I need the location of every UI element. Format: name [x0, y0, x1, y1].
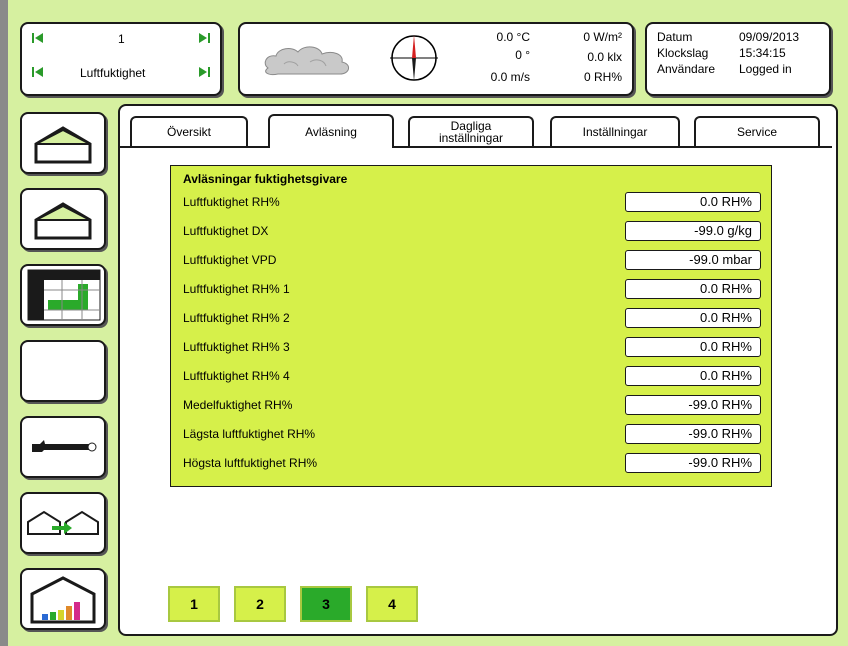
row-value: -99.0 RH%: [625, 395, 761, 415]
row-value: -99.0 RH%: [625, 453, 761, 473]
section-selector: 1 Luftfuktighet: [20, 22, 222, 96]
page-button-3[interactable]: 3: [300, 586, 352, 622]
page-label: 1: [190, 596, 198, 612]
time-label: Klockslag: [657, 46, 709, 60]
info-panel: Datum 09/09/2013 Klockslag 15:34:15 Anvä…: [645, 22, 831, 96]
skip-back-icon[interactable]: [32, 32, 44, 47]
wind-direction-readout: 0 °: [515, 48, 530, 62]
row-value: 0.0 RH%: [625, 279, 761, 299]
sidebar-greenhouse-stats-button[interactable]: [20, 568, 106, 630]
sidebar-blank-button[interactable]: [20, 340, 106, 402]
sidebar-chart-table-button[interactable]: [20, 264, 106, 326]
skip-forward-icon[interactable]: [198, 32, 210, 47]
tab-label: Inställningar: [582, 125, 648, 139]
left-edge-bar: [0, 0, 8, 646]
temperature-readout: 0.0 °C: [496, 30, 530, 44]
row-label: Luftfuktighet DX: [183, 224, 269, 238]
user-value: Logged in: [739, 62, 792, 76]
greenhouse-bar-chart-icon: [30, 576, 96, 624]
sidebar-greenhouse-button-2[interactable]: [20, 188, 106, 250]
page-label: 3: [322, 596, 330, 612]
section-title: Luftfuktighet: [80, 66, 146, 80]
sidebar-service-button[interactable]: [20, 416, 106, 478]
greenhouses-arrow-icon: [27, 510, 99, 535]
row-label: Luftfuktighet RH% 3: [183, 340, 290, 354]
row-label: Luftfuktighet VPD: [183, 253, 277, 267]
page-label: 4: [388, 596, 396, 612]
light-readout: 0.0 klx: [587, 50, 622, 64]
wrench-icon: [32, 440, 97, 452]
row-value: -99.0 RH%: [625, 424, 761, 444]
row-label: Lägsta luftfuktighet RH%: [183, 427, 316, 441]
tab-installningar[interactable]: Inställningar: [550, 116, 680, 146]
wind-speed-readout: 0.0 m/s: [490, 70, 530, 84]
weather-panel: 0.0 °C 0 ° 0.0 m/s 0 W/m² 0.0 klx 0 RH%: [238, 22, 634, 96]
skip-forward-icon[interactable]: [198, 66, 210, 81]
row-label: Luftfuktighet RH%: [183, 195, 280, 209]
humidity-readings-panel: Avläsningar fuktighetsgivare Luftfuktigh…: [170, 165, 772, 487]
tab-dagliga-installningar[interactable]: Dagliga inställningar: [408, 116, 534, 146]
tab-service[interactable]: Service: [694, 116, 820, 146]
row-label: Luftfuktighet RH% 4: [183, 369, 290, 383]
page-button-1[interactable]: 1: [168, 586, 220, 622]
row-value: -99.0 mbar: [625, 250, 761, 270]
tab-oversikt[interactable]: Översikt: [130, 116, 248, 146]
greenhouse-icon: [34, 202, 92, 240]
row-label: Luftfuktighet RH% 1: [183, 282, 290, 296]
tab-avlasning[interactable]: Avläsning: [268, 114, 394, 148]
section-number: 1: [118, 32, 125, 46]
humidity-readout: 0 RH%: [583, 70, 622, 84]
greenhouse-icon: [34, 126, 92, 164]
row-label: Högsta luftfuktighet RH%: [183, 456, 318, 470]
radiation-readout: 0 W/m²: [583, 30, 622, 44]
date-value: 09/09/2013: [739, 30, 800, 44]
tab-label: Översikt: [166, 125, 211, 139]
row-value: -99.0 g/kg: [625, 221, 761, 241]
tab-label: Service: [736, 125, 777, 139]
row-label: Medelfuktighet RH%: [183, 398, 293, 412]
row-value: 0.0 RH%: [625, 192, 761, 212]
row-value: 0.0 RH%: [625, 366, 761, 386]
row-value: 0.0 RH%: [625, 308, 761, 328]
page-label: 2: [256, 596, 264, 612]
panel-title: Avläsningar fuktighetsgivare: [183, 172, 348, 186]
top-strip: [8, 0, 848, 14]
time-value: 15:34:15: [739, 46, 786, 60]
page-button-4[interactable]: 4: [366, 586, 418, 622]
date-label: Datum: [657, 30, 693, 44]
tab-label: Avläsning: [305, 125, 357, 139]
sidebar-greenhouses-transfer-button[interactable]: [20, 492, 106, 554]
user-label: Användare: [657, 62, 716, 76]
row-label: Luftfuktighet RH% 2: [183, 311, 290, 325]
compass-icon: [390, 35, 438, 81]
tab-baseline: [120, 146, 832, 148]
row-value: 0.0 RH%: [625, 337, 761, 357]
tab-label-line2: inställningar: [438, 131, 504, 145]
sidebar-greenhouse-button[interactable]: [20, 112, 106, 174]
chart-table-icon: [27, 269, 101, 321]
skip-back-icon[interactable]: [32, 66, 44, 81]
page-button-2[interactable]: 2: [234, 586, 286, 622]
cloud-icon: [264, 46, 349, 75]
